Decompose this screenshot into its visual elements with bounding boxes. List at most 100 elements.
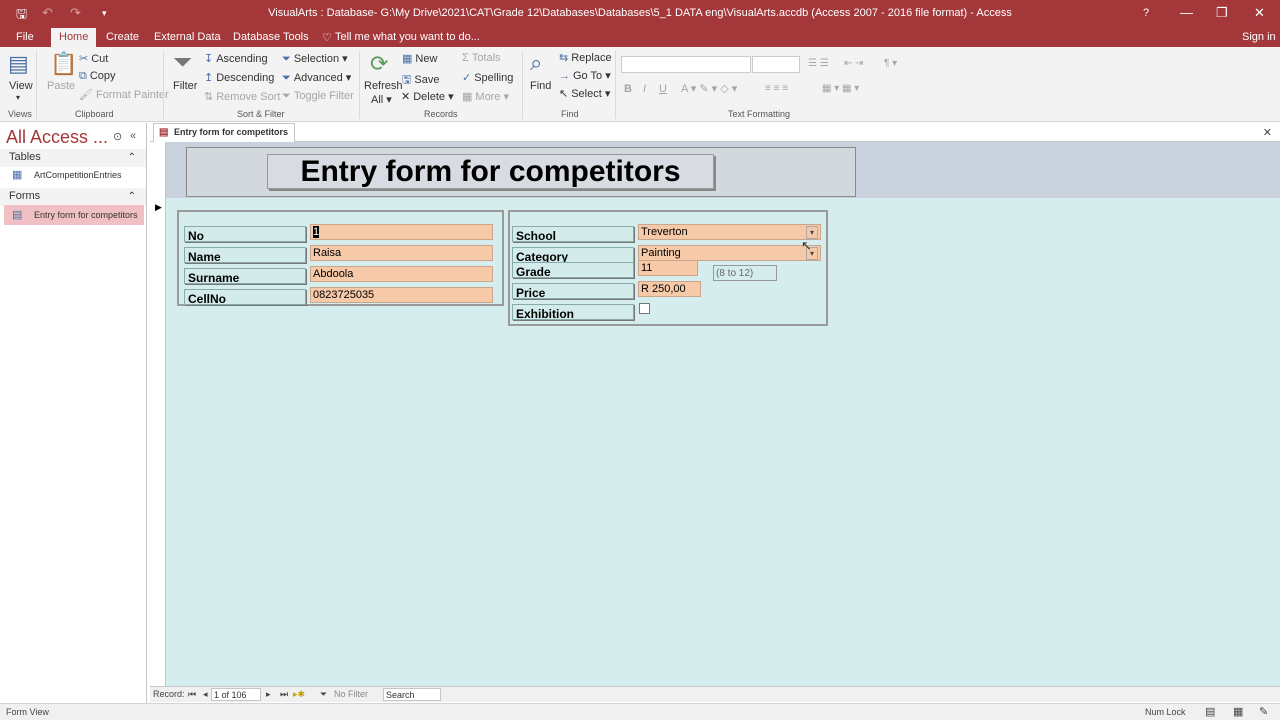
- form-header: Entry form for competitors: [166, 142, 1280, 198]
- select-button[interactable]: ↖ Select ▾: [559, 87, 610, 100]
- refresh-button[interactable]: Refresh: [364, 80, 403, 92]
- no-field[interactable]: 1: [310, 224, 493, 240]
- tab-create[interactable]: Create: [104, 31, 141, 43]
- design-view-icon[interactable]: ✎: [1259, 705, 1268, 718]
- tab-file[interactable]: File: [14, 31, 36, 43]
- label-name: Name: [184, 247, 306, 264]
- sort-descending-icon: ↥: [204, 72, 214, 84]
- filter-icon[interactable]: ⏷: [173, 49, 192, 77]
- nav-dropdown-icon[interactable]: ⊙: [113, 130, 122, 143]
- new-record-button[interactable]: ▦ New: [402, 52, 437, 65]
- paste-button[interactable]: Paste: [47, 80, 75, 92]
- cut-button[interactable]: ✂ Cut: [79, 52, 108, 65]
- no-filter-indicator[interactable]: No Filter: [334, 689, 368, 699]
- form-view-icon[interactable]: ▤: [1205, 705, 1215, 718]
- selection-button[interactable]: ⏷ Selection ▾: [282, 52, 348, 66]
- toggle-filter-button[interactable]: ⏷ Toggle Filter: [282, 90, 354, 103]
- navigation-pane: All Access ... ⊙ « Tables ⌃ ▦ ArtCompetiti…: [0, 123, 147, 703]
- exhibition-checkbox[interactable]: [639, 303, 650, 314]
- previous-record-button[interactable]: ◂: [203, 689, 208, 700]
- next-record-button[interactable]: ▸: [266, 689, 271, 700]
- more-icon: ▦: [462, 91, 473, 103]
- tab-database-tools[interactable]: Database Tools: [231, 31, 311, 43]
- cut-icon: ✂: [79, 53, 89, 65]
- tell-me-box[interactable]: Tell me what you want to do...: [333, 31, 482, 43]
- paste-icon[interactable]: 📋: [50, 51, 77, 77]
- label-school: School: [512, 226, 634, 243]
- remove-sort-button[interactable]: ⇅ Remove Sort: [204, 90, 280, 103]
- font-size-select[interactable]: [752, 56, 800, 73]
- name-field[interactable]: Raisa: [310, 245, 493, 261]
- save-record-button[interactable]: 🖫 Save: [402, 71, 439, 90]
- paragraph-icon[interactable]: ¶ ▾: [884, 58, 897, 69]
- help-icon[interactable]: ?: [1143, 7, 1149, 19]
- form-title: Entry form for competitors: [267, 154, 714, 189]
- nav-pane-title[interactable]: All Access ...: [6, 127, 108, 148]
- advanced-button[interactable]: ⏷ Advanced ▾: [282, 71, 351, 85]
- indent-icon[interactable]: ⇤ ⇥: [844, 58, 864, 69]
- cellno-field[interactable]: 0823725035: [310, 287, 493, 303]
- close-icon[interactable]: ✕: [1263, 126, 1272, 139]
- doc-tab-entry-form[interactable]: ▤ Entry form for competitors: [153, 123, 296, 142]
- status-view: Form View: [6, 707, 49, 717]
- refresh-icon[interactable]: ⟳: [370, 51, 388, 77]
- font-name-select[interactable]: [621, 56, 751, 73]
- category-combobox[interactable]: Painting ▾: [638, 245, 821, 261]
- search-input[interactable]: Search: [383, 688, 441, 701]
- label-no: No: [184, 226, 306, 243]
- new-blank-record-button[interactable]: ▸✱: [293, 689, 305, 700]
- maximize-button[interactable]: ❐: [1216, 5, 1228, 21]
- totals-button[interactable]: Σ Totals: [462, 52, 501, 64]
- spelling-button[interactable]: ✓ Spelling: [462, 71, 513, 84]
- goto-button[interactable]: → Go To ▾: [559, 69, 611, 82]
- first-record-button[interactable]: ⏮: [188, 689, 196, 700]
- italic-button[interactable]: I: [643, 83, 646, 95]
- label-grade: Grade: [512, 262, 634, 279]
- find-button[interactable]: Find: [530, 80, 551, 92]
- bold-button[interactable]: B: [624, 83, 632, 95]
- nav-section-forms[interactable]: Forms ⌃: [0, 188, 146, 206]
- tab-home[interactable]: Home: [51, 28, 97, 47]
- view-icon[interactable]: ▤: [8, 51, 29, 77]
- underline-button[interactable]: U: [659, 83, 667, 95]
- format-painter-button[interactable]: 🖌 Format Painter: [79, 88, 169, 101]
- format-painter-label: Format Painter: [95, 89, 169, 101]
- bullet-list-icon[interactable]: ☰ ☰: [808, 58, 829, 69]
- replace-button[interactable]: ⇆ Replace: [559, 51, 612, 64]
- find-icon[interactable]: ⌕: [530, 50, 542, 76]
- title-bar: 🖫 ↶ ↷ ▾ VisualArts : Database- G:\My Dri…: [0, 0, 1280, 28]
- nav-item-table[interactable]: ▦ ArtCompetitionEntries: [4, 165, 144, 185]
- record-position-input[interactable]: 1 of 106: [211, 688, 261, 701]
- ribbon-tabs: File Home Create External Data Database …: [0, 28, 1280, 47]
- minimize-button[interactable]: —: [1180, 5, 1193, 20]
- toggle-filter-label: Toggle Filter: [293, 90, 354, 102]
- copy-button[interactable]: ⧉ Copy: [79, 70, 116, 83]
- shutter-bar-icon[interactable]: «: [130, 130, 136, 142]
- delete-record-button[interactable]: ✕ Delete ▾: [401, 90, 454, 103]
- tell-me-icon[interactable]: ♡: [320, 31, 334, 44]
- price-field[interactable]: R 250,00: [638, 281, 701, 297]
- filter-button[interactable]: Filter: [173, 80, 197, 92]
- refresh-all-button[interactable]: All ▾: [371, 93, 392, 106]
- layout-view-icon[interactable]: ▦: [1233, 705, 1243, 718]
- font-color-icon[interactable]: A ▾ ✎ ▾ ◇ ▾: [681, 82, 737, 95]
- gridlines-icon[interactable]: ▦ ▾ ▦ ▾: [822, 83, 859, 94]
- descending-button[interactable]: ↥ Descending: [204, 71, 274, 84]
- nav-item-label: Entry form for competitors: [34, 210, 138, 220]
- tab-external-data[interactable]: External Data: [152, 31, 223, 43]
- ascending-button[interactable]: ↧ Ascending: [204, 52, 268, 65]
- descending-label: Descending: [216, 72, 275, 84]
- nav-item-form[interactable]: ▤ Entry form for competitors: [4, 205, 144, 225]
- grade-field[interactable]: 11: [638, 260, 698, 276]
- align-icons[interactable]: ≡ ≡ ≡: [765, 83, 788, 94]
- view-button[interactable]: View: [9, 80, 33, 92]
- sign-in-link[interactable]: Sign in: [1240, 31, 1278, 43]
- more-button[interactable]: ▦ More ▾: [462, 90, 509, 103]
- close-window-button[interactable]: ✕: [1254, 5, 1265, 21]
- chevron-down-icon[interactable]: ▾: [16, 93, 20, 102]
- grade-hint: (8 to 12): [713, 265, 777, 281]
- record-selector[interactable]: ▶: [150, 142, 166, 686]
- surname-field[interactable]: Abdoola: [310, 266, 493, 282]
- school-combobox[interactable]: Treverton ▾: [638, 224, 821, 240]
- last-record-button[interactable]: ⏭: [280, 689, 288, 700]
